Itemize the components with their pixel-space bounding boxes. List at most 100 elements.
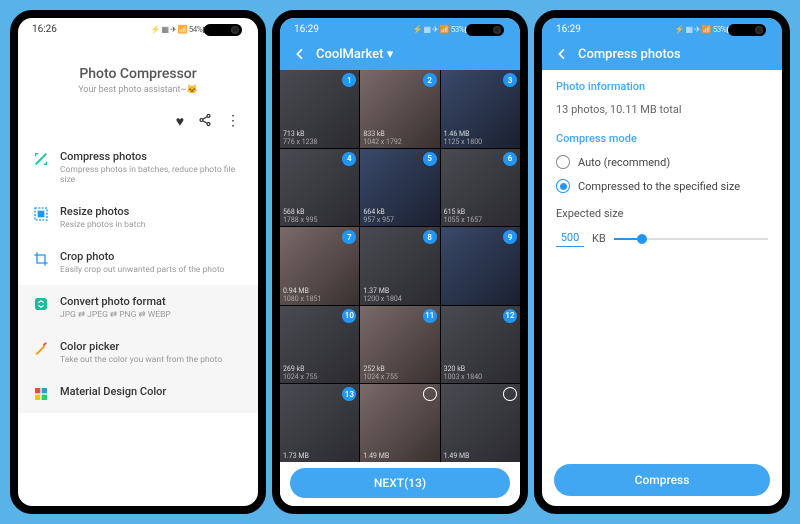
camera-cutout <box>728 24 766 36</box>
expected-size-input[interactable]: 500 <box>556 230 584 247</box>
status-time: 16:29 <box>294 24 319 35</box>
selection-badge: 7 <box>342 230 356 244</box>
feature-sub: JPG ⇄ JPEG ⇄ PNG ⇄ WEBP <box>60 310 171 320</box>
crop-icon <box>32 250 50 268</box>
status-time: 16:26 <box>32 24 57 35</box>
gallery-footer: NEXT(13) <box>280 462 520 506</box>
palette-icon <box>32 385 50 403</box>
selection-badge: 5 <box>423 152 437 166</box>
back-icon[interactable] <box>554 46 570 62</box>
camera-cutout <box>466 24 504 36</box>
compress-footer: Compress <box>542 456 782 506</box>
hero: Photo Compressor Your best photo assista… <box>18 38 258 109</box>
app-title: Photo Compressor <box>28 66 248 82</box>
compress-icon <box>32 150 50 168</box>
selection-badge: 3 <box>503 73 517 87</box>
feature-color-picker[interactable]: Color picker Take out the color you want… <box>18 330 258 375</box>
feature-convert-format[interactable]: Convert photo format JPG ⇄ JPEG ⇄ PNG ⇄ … <box>18 285 258 330</box>
radio-icon <box>556 155 570 169</box>
favorite-icon[interactable]: ♥ <box>176 113 184 130</box>
more-icon[interactable]: ⋮ <box>226 113 240 130</box>
album-dropdown[interactable]: CoolMarket ▾ <box>316 47 393 62</box>
resize-icon <box>32 205 50 223</box>
feature-title: Convert photo format <box>60 295 171 308</box>
app-subtitle: Your best photo assistant~🐱 <box>28 85 248 95</box>
selection-badge: 1 <box>342 73 356 87</box>
compress-body: Photo information 13 photos, 10.11 MB to… <box>542 70 782 456</box>
hero-actions: ♥ ⋮ <box>18 109 258 140</box>
feature-title: Material Design Color <box>60 385 166 398</box>
selection-badge: 6 <box>503 152 517 166</box>
photo-cell[interactable]: 12320 kB1003 x 1840 <box>441 306 520 384</box>
photo-cell[interactable]: 6 615 kB1055 x 1657 <box>441 149 520 227</box>
feature-list: Compress photos Compress photos in batch… <box>18 140 258 413</box>
gallery-header: CoolMarket ▾ <box>280 38 520 70</box>
selection-badge: 11 <box>423 309 437 323</box>
selection-badge: 10 <box>342 309 356 323</box>
feature-sub: Resize photos in batch <box>60 220 146 230</box>
feature-sub: Easily crop out unwanted parts of the ph… <box>60 265 224 275</box>
size-slider[interactable] <box>614 232 768 246</box>
selection-badge: 8 <box>423 230 437 244</box>
photo-cell[interactable]: 1 713 kB776 x 1238 <box>280 70 359 148</box>
compress-header: Compress photos <box>542 38 782 70</box>
photo-cell[interactable]: 2 833 kB1042 x 1792 <box>360 70 439 148</box>
selection-badge: 9 <box>503 230 517 244</box>
screen-gallery: 16:29 ⚡ ▦ ✈ 📶 53%▮ CoolMarket ▾ 1713 kB7… <box>272 10 528 514</box>
feature-compress-photos[interactable]: Compress photos Compress photos in batch… <box>18 140 258 195</box>
expected-size-unit: KB <box>592 232 606 245</box>
feature-sub: Compress photos in batches, reduce photo… <box>60 165 244 185</box>
photo-cell[interactable]: 4568 kB1788 x 995 <box>280 149 359 227</box>
photo-cell[interactable]: 9 <box>441 227 520 305</box>
selection-ring-icon <box>503 387 517 401</box>
color-picker-icon <box>32 340 50 358</box>
photo-cell[interactable]: 8 1.37 MB1200 x 1804 <box>360 227 439 305</box>
photo-meta: 269 kB1024 x 755 <box>283 365 317 381</box>
status-time: 16:29 <box>556 24 581 35</box>
photo-cell[interactable]: 1.49 MB <box>441 384 520 462</box>
photo-meta: 833 kB1042 x 1792 <box>363 130 401 146</box>
selection-badge: 13 <box>342 387 356 401</box>
back-icon[interactable] <box>292 46 308 62</box>
mode-option-specified[interactable]: Compressed to the specified size <box>556 179 768 193</box>
share-icon[interactable] <box>198 113 212 130</box>
feature-resize-photos[interactable]: Resize photos Resize photos in batch <box>18 195 258 240</box>
section-photo-info-label: Photo information <box>556 80 768 93</box>
expected-size-label: Expected size <box>556 207 768 220</box>
photo-cell[interactable]: 5 664 kB957 x 957 <box>360 149 439 227</box>
photo-meta: 1.49 MB <box>444 452 470 460</box>
photo-meta: 615 kB1055 x 1657 <box>444 208 482 224</box>
mode-option-label: Auto (recommend) <box>578 156 670 169</box>
header-title: Compress photos <box>578 47 681 62</box>
photo-meta: 1.46 MB1125 x 1800 <box>444 130 482 146</box>
photo-cell[interactable]: 7 0.94 MB1080 x 1851 <box>280 227 359 305</box>
photo-meta: 713 kB776 x 1238 <box>283 130 317 146</box>
screen-home: 16:26 ⚡ ▦ ✈ 📶 54%▮ Photo Compressor Your… <box>10 10 266 514</box>
photo-cell[interactable]: 10 269 kB1024 x 755 <box>280 306 359 384</box>
expected-size-row: 500 KB <box>556 230 768 247</box>
photo-cell[interactable]: 11 252 kB1024 x 755 <box>360 306 439 384</box>
feature-crop-photo[interactable]: Crop photo Easily crop out unwanted part… <box>18 240 258 285</box>
photo-cell[interactable]: 1.49 MB <box>360 384 439 462</box>
photo-cell[interactable]: 3 1.46 MB1125 x 1800 <box>441 70 520 148</box>
feature-material-color[interactable]: Material Design Color <box>18 375 258 413</box>
selection-badge: 2 <box>423 73 437 87</box>
section-photo-info-value: 13 photos, 10.11 MB total <box>556 103 768 116</box>
photo-meta: 1.49 MB <box>363 452 389 460</box>
selection-badge: 4 <box>342 152 356 166</box>
compress-button[interactable]: Compress <box>554 464 770 496</box>
selection-ring-icon <box>423 387 437 401</box>
mode-option-auto[interactable]: Auto (recommend) <box>556 155 768 169</box>
next-button[interactable]: NEXT(13) <box>290 468 510 498</box>
photo-meta: 664 kB957 x 957 <box>363 208 394 224</box>
photo-cell[interactable]: 131.73 MB <box>280 384 359 462</box>
photo-meta: 0.94 MB1080 x 1851 <box>283 287 321 303</box>
photo-meta: 1.37 MB1200 x 1804 <box>363 287 401 303</box>
feature-title: Compress photos <box>60 150 244 163</box>
mode-option-label: Compressed to the specified size <box>578 180 740 193</box>
photo-meta: 252 kB1024 x 755 <box>363 365 397 381</box>
chevron-down-icon: ▾ <box>387 47 394 62</box>
radio-icon <box>556 179 570 193</box>
screen-compress-settings: 16:29 ⚡ ▦ ✈ 📶 53%▮ Compress photos Photo… <box>534 10 790 514</box>
photo-grid: 1 713 kB776 x 1238 2 833 kB1042 x 1792 3 1.46… <box>280 70 520 462</box>
